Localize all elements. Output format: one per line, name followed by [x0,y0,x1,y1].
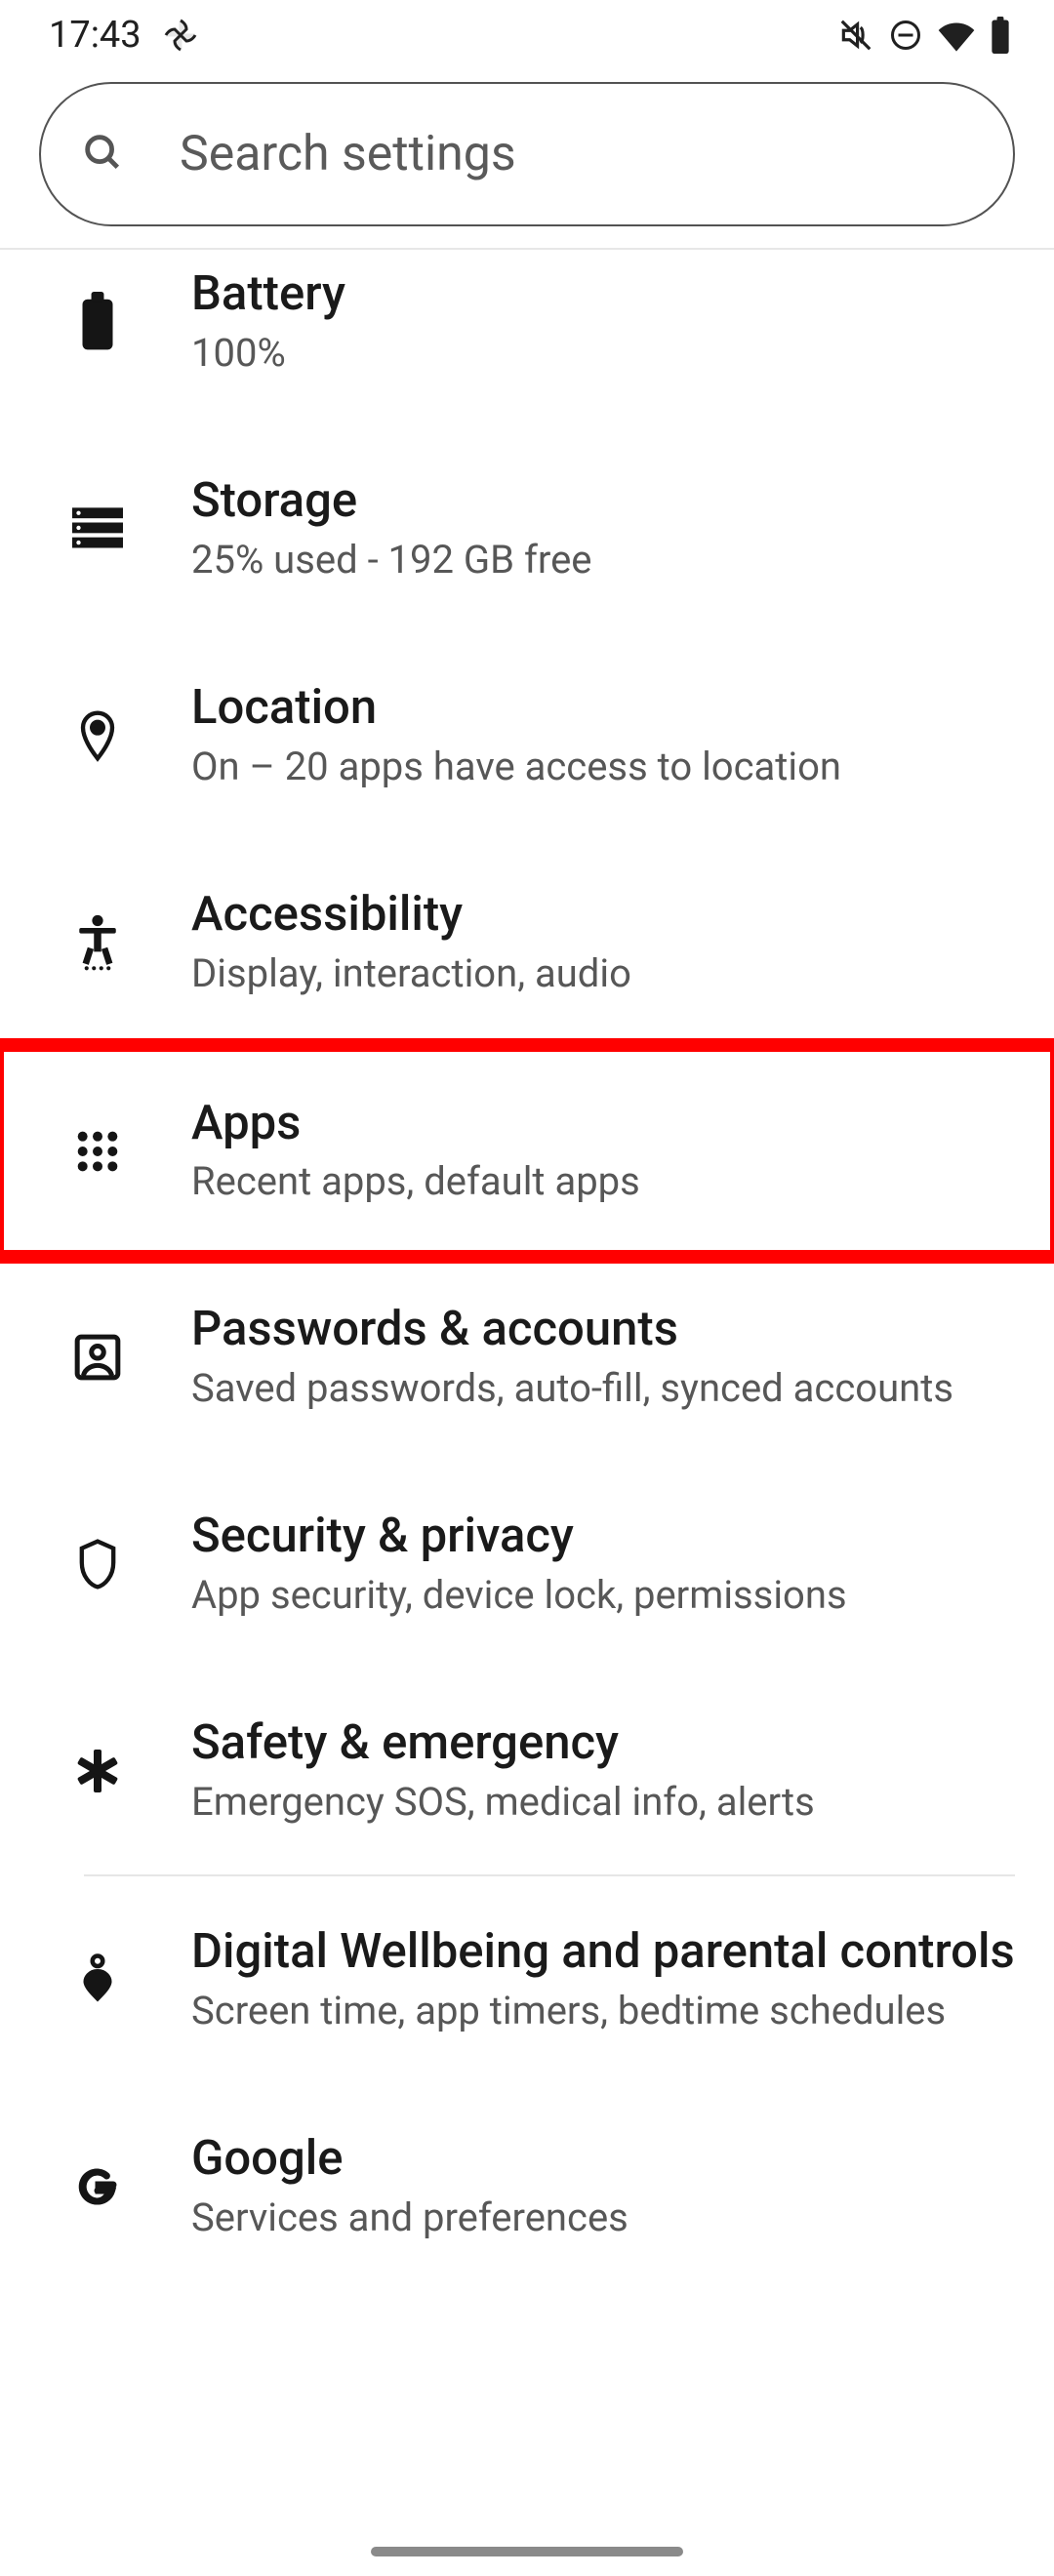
item-title: Accessibility [191,888,1015,941]
item-subtitle: App security, device lock, permissions [191,1572,1015,1619]
item-title: Storage [191,474,1015,527]
search-section: Search settings [0,66,1054,248]
shield-icon [59,1538,137,1590]
battery-icon [59,292,137,352]
item-subtitle: On – 20 apps have access to location [191,744,1015,790]
item-subtitle: Recent apps, default apps [191,1158,1015,1205]
item-subtitle: Display, interaction, audio [191,950,1015,997]
settings-item-battery[interactable]: Battery 100% [0,250,1054,425]
item-subtitle: 100% [191,330,1015,377]
pinwheel-icon [163,18,198,53]
accessibility-icon [59,913,137,972]
do-not-disturb-icon [888,18,923,53]
settings-item-passwords[interactable]: Passwords & accounts Saved passwords, au… [0,1254,1054,1461]
item-title: Security & privacy [191,1509,1015,1562]
item-title: Digital Wellbeing and parental controls [191,1925,1015,1978]
gesture-nav-handle[interactable] [371,2547,683,2556]
settings-item-google[interactable]: Google Services and preferences [0,2083,1054,2290]
settings-list: Battery 100% Storage 25% used - 192 GB f… [0,250,1054,2290]
item-subtitle: Screen time, app timers, bedtime schedul… [191,1988,1015,2034]
storage-icon [59,507,137,550]
search-placeholder: Search settings [180,126,516,182]
item-title: Battery [191,267,1015,320]
wifi-full-icon [937,18,976,53]
item-title: Safety & emergency [191,1716,1015,1769]
battery-full-icon [990,17,1011,54]
settings-item-storage[interactable]: Storage 25% used - 192 GB free [0,425,1054,632]
volume-muted-icon [837,17,874,54]
wellbeing-icon [59,1952,137,2007]
asterisk-icon [59,1748,137,1794]
status-bar: 17:43 [0,0,1054,66]
location-icon [59,708,137,763]
item-title: Passwords & accounts [191,1303,1015,1355]
settings-item-accessibility[interactable]: Accessibility Display, interaction, audi… [0,839,1054,1046]
settings-item-location[interactable]: Location On – 20 apps have access to loc… [0,632,1054,839]
item-title: Google [191,2132,1015,2185]
item-subtitle: Services and preferences [191,2194,1015,2241]
item-title: Apps [191,1097,1015,1149]
account-box-icon [59,1333,137,1382]
google-g-icon [59,2163,137,2210]
settings-item-wellbeing[interactable]: Digital Wellbeing and parental controls … [0,1876,1054,2083]
settings-item-apps[interactable]: Apps Recent apps, default apps [0,1048,1054,1255]
status-time: 17:43 [49,14,142,57]
settings-item-security[interactable]: Security & privacy App security, device … [0,1461,1054,1668]
item-subtitle: Saved passwords, auto-fill, synced accou… [191,1365,1015,1412]
item-subtitle: 25% used - 192 GB free [191,537,1015,584]
settings-item-safety[interactable]: Safety & emergency Emergency SOS, medica… [0,1668,1054,1874]
item-title: Location [191,681,1015,734]
apps-grid-icon [59,1129,137,1174]
search-settings-input[interactable]: Search settings [39,82,1015,226]
search-icon [80,130,125,179]
item-subtitle: Emergency SOS, medical info, alerts [191,1779,1015,1826]
